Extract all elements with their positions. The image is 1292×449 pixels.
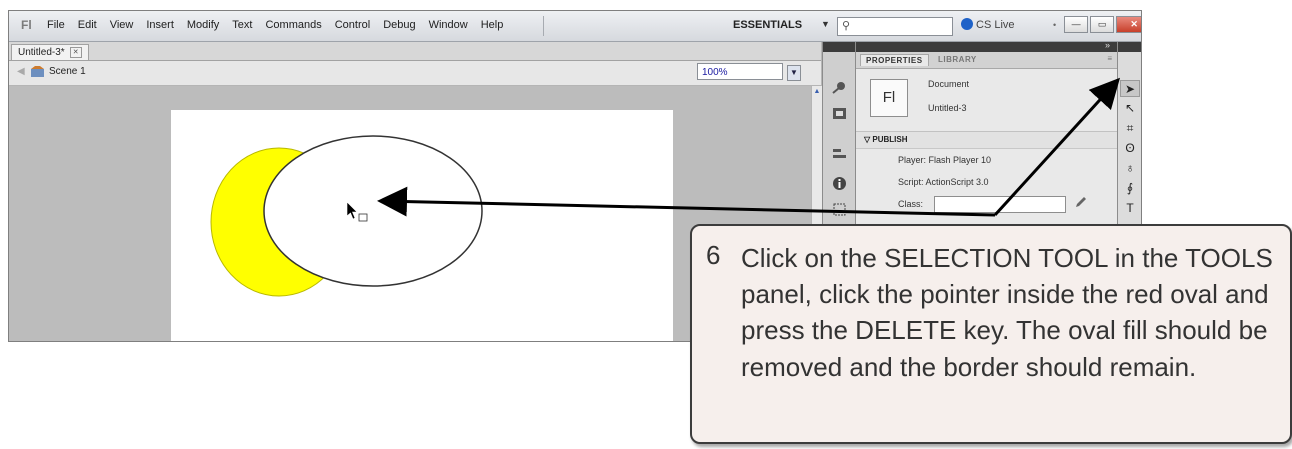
tab-library[interactable]: LIBRARY	[933, 54, 982, 65]
menu-debug[interactable]: Debug	[383, 19, 415, 31]
panel-menu-icon[interactable]: ≡	[1107, 54, 1112, 63]
player-label: Player: Flash Player 10	[898, 155, 992, 165]
dot-icon: •	[1053, 19, 1057, 30]
tab-properties[interactable]: PROPERTIES	[860, 54, 929, 66]
menu-text[interactable]: Text	[232, 19, 252, 31]
window-controls: • — ▭ ✕	[1053, 16, 1141, 33]
menu-window[interactable]: Window	[429, 19, 468, 31]
text-tool-icon[interactable]: T	[1120, 200, 1140, 217]
menu-bar: Fl File Edit View Insert Modify Text Com…	[9, 11, 1141, 42]
document-icon: Fl	[870, 79, 908, 117]
document-tab-bar: Untitled-3* ✕	[9, 42, 821, 61]
menu-items: File Edit View Insert Modify Text Comman…	[47, 19, 503, 31]
minimize-button[interactable]: —	[1064, 16, 1089, 33]
panel-tabs: PROPERTIES LIBRARY ≡	[856, 52, 1118, 69]
document-name: Untitled-3	[928, 103, 967, 113]
free-transform-tool-icon[interactable]: ⌗	[1120, 120, 1140, 137]
menu-edit[interactable]: Edit	[78, 19, 97, 31]
history-icon[interactable]	[832, 106, 847, 121]
maximize-button[interactable]: ▭	[1090, 16, 1115, 33]
zoom-select[interactable]: 100%	[697, 63, 783, 80]
menu-insert[interactable]: Insert	[146, 19, 174, 31]
workspace-switcher[interactable]: ESSENTIALS	[733, 19, 802, 31]
oval-shape[interactable]	[263, 135, 483, 287]
class-row: Class:	[856, 193, 1118, 215]
pen-tool-icon[interactable]: ♁	[1120, 160, 1140, 177]
flash-logo: Fl	[21, 18, 32, 32]
pencil-tool-icon[interactable]: ∮	[1120, 180, 1140, 197]
scroll-up-icon[interactable]: ▲	[812, 88, 822, 95]
menu-file[interactable]: File	[47, 19, 65, 31]
step-number: 6	[706, 240, 721, 270]
edit-bar: ◀ Scene 1 100% ▼	[9, 61, 821, 86]
script-row: Script: ActionScript 3.0	[856, 171, 1118, 193]
class-input[interactable]	[934, 196, 1066, 213]
transform-icon[interactable]	[832, 202, 847, 217]
close-button[interactable]: ✕	[1116, 16, 1141, 33]
cursor-box-icon	[358, 213, 368, 222]
menu-help[interactable]: Help	[481, 19, 504, 31]
subselection-tool-icon[interactable]: ↖	[1120, 100, 1140, 117]
cs-live-label: CS Live	[976, 19, 1015, 31]
stage-drawing	[210, 135, 483, 297]
back-arrow-icon[interactable]: ◀	[17, 66, 25, 77]
close-tab-icon[interactable]: ✕	[69, 47, 82, 58]
motion-presets-icon[interactable]	[832, 80, 847, 95]
document-tab[interactable]: Untitled-3* ✕	[11, 44, 89, 60]
chevron-down-icon[interactable]: ▼	[787, 65, 801, 81]
align-icon[interactable]	[832, 146, 847, 161]
chevron-down-icon[interactable]: ▼	[821, 19, 830, 29]
menu-control[interactable]: Control	[335, 19, 370, 31]
scene-label: Scene 1	[49, 66, 86, 77]
menu-modify[interactable]: Modify	[187, 19, 219, 31]
menu-commands[interactable]: Commands	[265, 19, 321, 31]
stage[interactable]	[171, 110, 673, 341]
player-row: Player: Flash Player 10	[856, 149, 1118, 171]
scene-icon	[31, 66, 44, 77]
class-label: Class:	[898, 199, 924, 209]
publish-section-header[interactable]: ▽ PUBLISH	[856, 132, 1118, 149]
menu-separator	[543, 16, 544, 36]
document-type: Document	[928, 79, 970, 89]
pencil-icon[interactable]	[1074, 195, 1088, 209]
search-input[interactable]: ⚲	[837, 17, 953, 36]
instruction-text: Click on the SELECTION TOOL in the TOOLS…	[741, 243, 1273, 382]
info-icon[interactable]	[832, 176, 847, 191]
document-info: Fl Document Untitled-3	[856, 69, 1118, 132]
cs-live-button[interactable]: CS Live	[961, 18, 1015, 31]
collapse-icon[interactable]: »	[1105, 40, 1110, 50]
selection-tool-icon[interactable]: ➤	[1120, 80, 1140, 97]
instruction-callout: 6 Click on the SELECTION TOOL in the TOO…	[690, 224, 1292, 444]
search-icon: ⚲	[842, 20, 851, 32]
script-label: Script: ActionScript 3.0	[898, 177, 989, 187]
menu-view[interactable]: View	[110, 19, 134, 31]
cs-live-icon	[961, 18, 973, 30]
document-tab-label: Untitled-3*	[18, 47, 65, 58]
lasso-tool-icon[interactable]: ʘ	[1120, 140, 1140, 157]
